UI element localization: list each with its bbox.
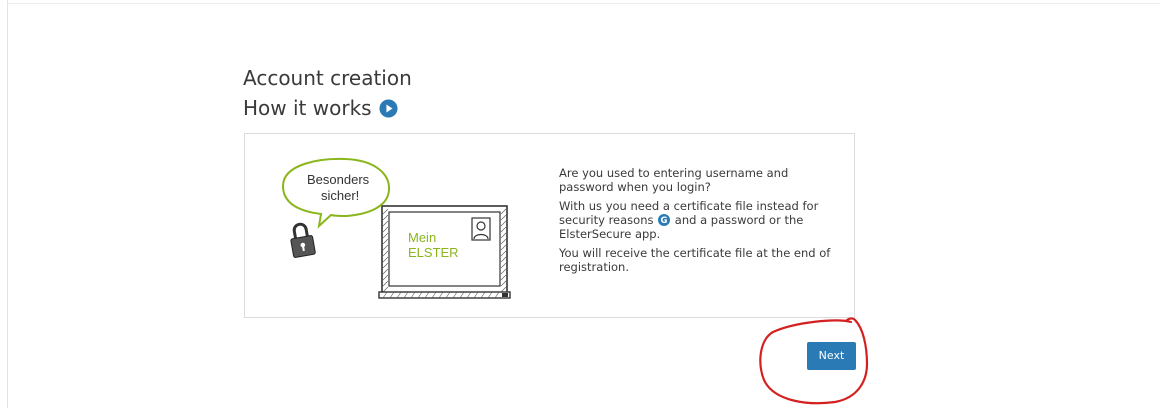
frame-border-left xyxy=(7,0,8,408)
padlock-icon xyxy=(290,222,316,258)
bubble-text-line1: Besonders xyxy=(307,172,370,187)
speech-bubble: Besonders sicher! xyxy=(281,157,391,229)
security-illustration: Mein ELSTER Besonders sicher! xyxy=(281,157,511,299)
page: Account creation How it works Mein ELSTE… xyxy=(0,0,1160,408)
next-button[interactable]: Next xyxy=(807,342,856,370)
glossary-g-icon[interactable]: G xyxy=(658,214,671,226)
screen-label-line2: ELSTER xyxy=(408,245,459,260)
user-avatar-icon xyxy=(471,217,491,241)
info-paragraph-1: Are you used to entering username and pa… xyxy=(559,166,789,194)
bubble-text-line2: sicher! xyxy=(321,188,359,203)
play-circle-icon[interactable] xyxy=(379,98,398,118)
info-paragraph-3: You will receive the certificate file at… xyxy=(559,246,831,274)
frame-border-top xyxy=(7,3,1160,4)
svg-text:G: G xyxy=(661,216,668,226)
info-text: Are you used to entering username and pa… xyxy=(559,166,844,279)
info-paragraph-2: With us you need a certificate file inst… xyxy=(559,199,844,241)
screen-label-line1: Mein xyxy=(408,230,436,245)
subtitle-label: How it works xyxy=(243,96,372,120)
page-subtitle: How it works xyxy=(243,94,398,122)
page-title: Account creation xyxy=(243,66,412,90)
info-card: Mein ELSTER Besonders sicher! Are you us… xyxy=(244,133,855,318)
